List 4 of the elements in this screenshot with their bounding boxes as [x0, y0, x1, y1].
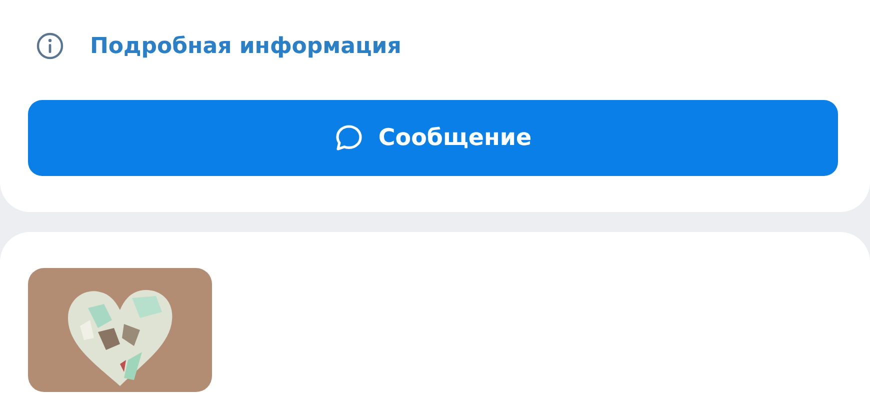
info-icon	[36, 32, 64, 60]
chat-bubble-icon	[334, 123, 364, 153]
message-button[interactable]: Сообщение	[28, 100, 838, 176]
details-link[interactable]: Подробная информация	[90, 34, 402, 58]
